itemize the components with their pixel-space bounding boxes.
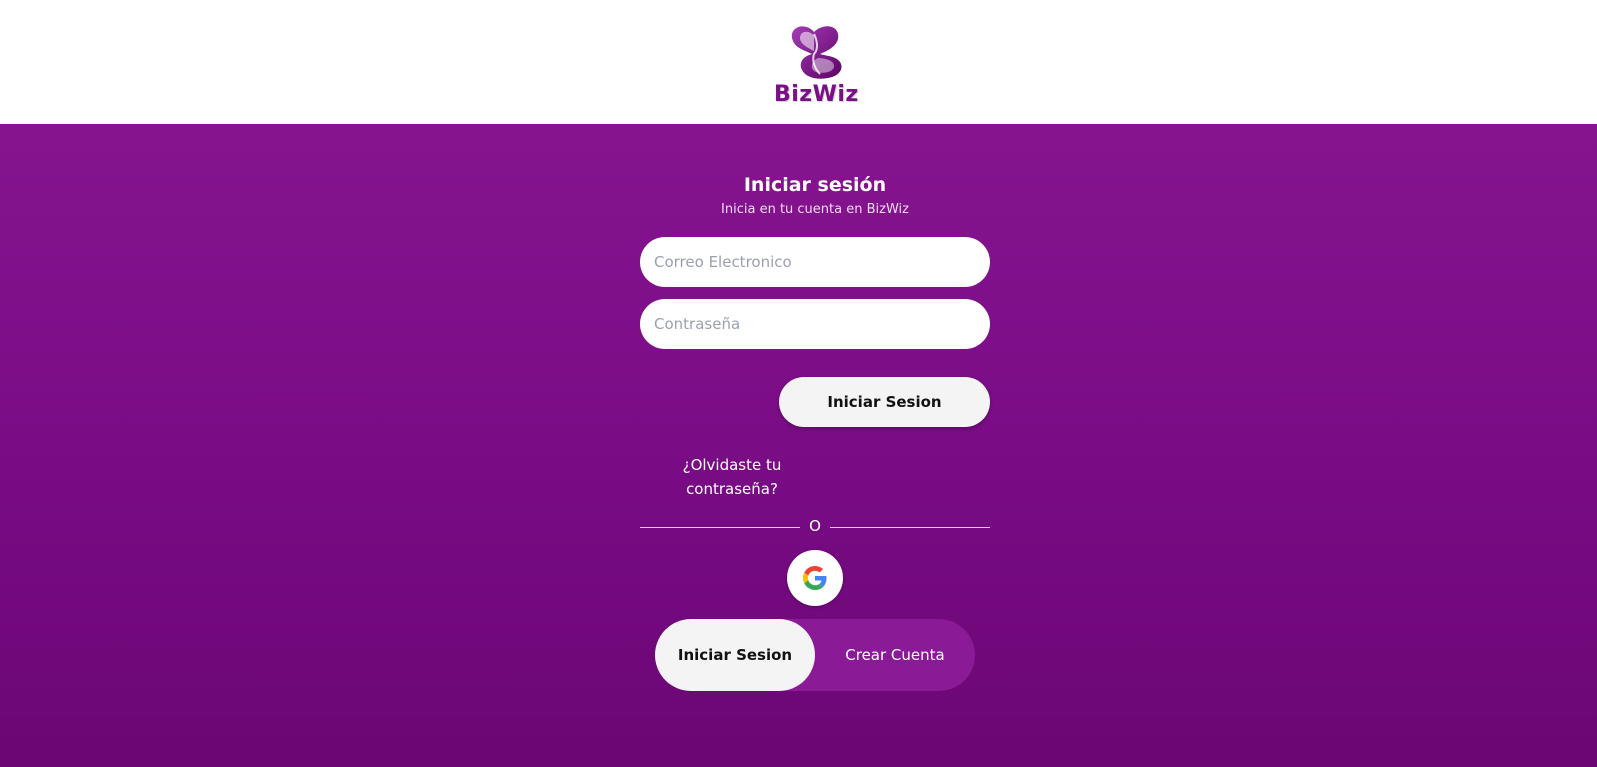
page-title: Iniciar sesión — [743, 174, 887, 196]
divider-line-right — [830, 527, 990, 528]
tab-login[interactable]: Iniciar Sesion — [655, 619, 815, 691]
butterfly-logo-icon — [791, 26, 842, 79]
google-icon — [803, 566, 827, 590]
brand-logo[interactable]: BizWiz — [774, 24, 859, 116]
forgot-password-link[interactable]: ¿Olvidaste tu contraseña? — [675, 453, 789, 501]
email-field[interactable] — [640, 237, 990, 287]
google-signin-button[interactable] — [787, 550, 843, 606]
login-submit-button[interactable]: Iniciar Sesion — [779, 377, 990, 427]
tab-create-account[interactable]: Crear Cuenta — [815, 619, 975, 691]
login-panel: Iniciar sesión Inicia en tu cuenta en Bi… — [0, 124, 1597, 767]
divider-text: O — [809, 517, 821, 535]
auth-mode-toggle: Iniciar Sesion Crear Cuenta — [655, 619, 975, 691]
password-field[interactable] — [640, 299, 990, 349]
divider-line-left — [640, 527, 800, 528]
header: BizWiz — [0, 0, 1597, 124]
page-subtitle: Inicia en tu cuenta en BizWiz — [721, 202, 909, 217]
logo-wordmark: BizWiz — [774, 82, 859, 107]
